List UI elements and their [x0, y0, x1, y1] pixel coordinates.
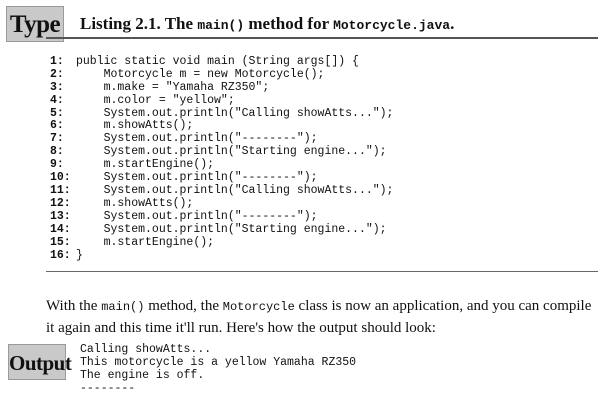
output-listing: Calling showAtts... This motorcycle is a … [80, 343, 357, 396]
line-number: 3: [50, 80, 64, 94]
code-text: m.showAtts(); [76, 119, 194, 133]
code-text: m.showAtts(); [76, 196, 194, 210]
line-number: 1: [50, 54, 64, 68]
code-text: m.startEngine(); [76, 235, 215, 249]
listing-title-file: Motorcycle.java [333, 18, 451, 33]
line-number: 12: [50, 196, 71, 210]
body-paragraph: With the main() method, the Motorcycle c… [46, 296, 602, 339]
code-text: System.out.println("Starting engine...")… [76, 222, 387, 236]
output-line: This motorcycle is a yellow Yamaha RZ350 [80, 355, 357, 369]
line-number: 2: [50, 67, 64, 81]
line-number: 16: [50, 248, 71, 262]
code-text: System.out.println("--------"); [76, 171, 318, 185]
code-text: System.out.println("Calling showAtts..."… [76, 106, 394, 120]
para-method: main() [101, 300, 145, 314]
para-class: Motorcycle [222, 300, 295, 314]
code-line: 16:} [50, 248, 393, 263]
code-text: } [76, 248, 83, 262]
code-text: m.startEngine(); [76, 158, 215, 172]
line-number: 4: [50, 93, 64, 107]
listing-title-method: main() [197, 18, 245, 33]
para-text-1: With the [46, 298, 102, 314]
code-listing: 1: public static void main (String args[]… [50, 43, 393, 275]
line-number: 15: [50, 235, 71, 249]
code-text: m.color = "yellow"; [76, 93, 235, 107]
output-badge: Output [8, 344, 72, 380]
listing-title: Listing 2.1. The main() method for Motor… [80, 14, 454, 34]
listing-title-middle: method for [244, 14, 334, 33]
code-text: public static void main (String args[]) … [76, 54, 359, 68]
code-text: System.out.println("--------"); [76, 209, 318, 223]
code-text: Motorcycle m = new Motorcycle(); [76, 67, 325, 81]
bottom-rule [46, 271, 598, 272]
code-text: System.out.println("--------"); [76, 132, 318, 146]
line-number: 14: [50, 222, 71, 236]
code-text: m.make = "Yamaha RZ350"; [76, 80, 270, 94]
code-text: System.out.println("Calling showAtts..."… [76, 183, 394, 197]
line-number: 11: [50, 183, 71, 197]
output-line: The engine is off. [80, 368, 205, 382]
listing-title-prefix: Listing 2.1. The [80, 14, 198, 33]
line-number: 13: [50, 209, 71, 223]
listing-title-suffix: . [450, 14, 455, 33]
code-text: System.out.println("Starting engine...")… [76, 145, 387, 159]
output-line: -------- [80, 381, 136, 395]
top-rule [46, 37, 598, 39]
code-line: 15: m.startEngine(); [50, 235, 393, 250]
para-text-2: method, the [144, 298, 223, 314]
output-line: Calling showAtts... [80, 343, 212, 356]
